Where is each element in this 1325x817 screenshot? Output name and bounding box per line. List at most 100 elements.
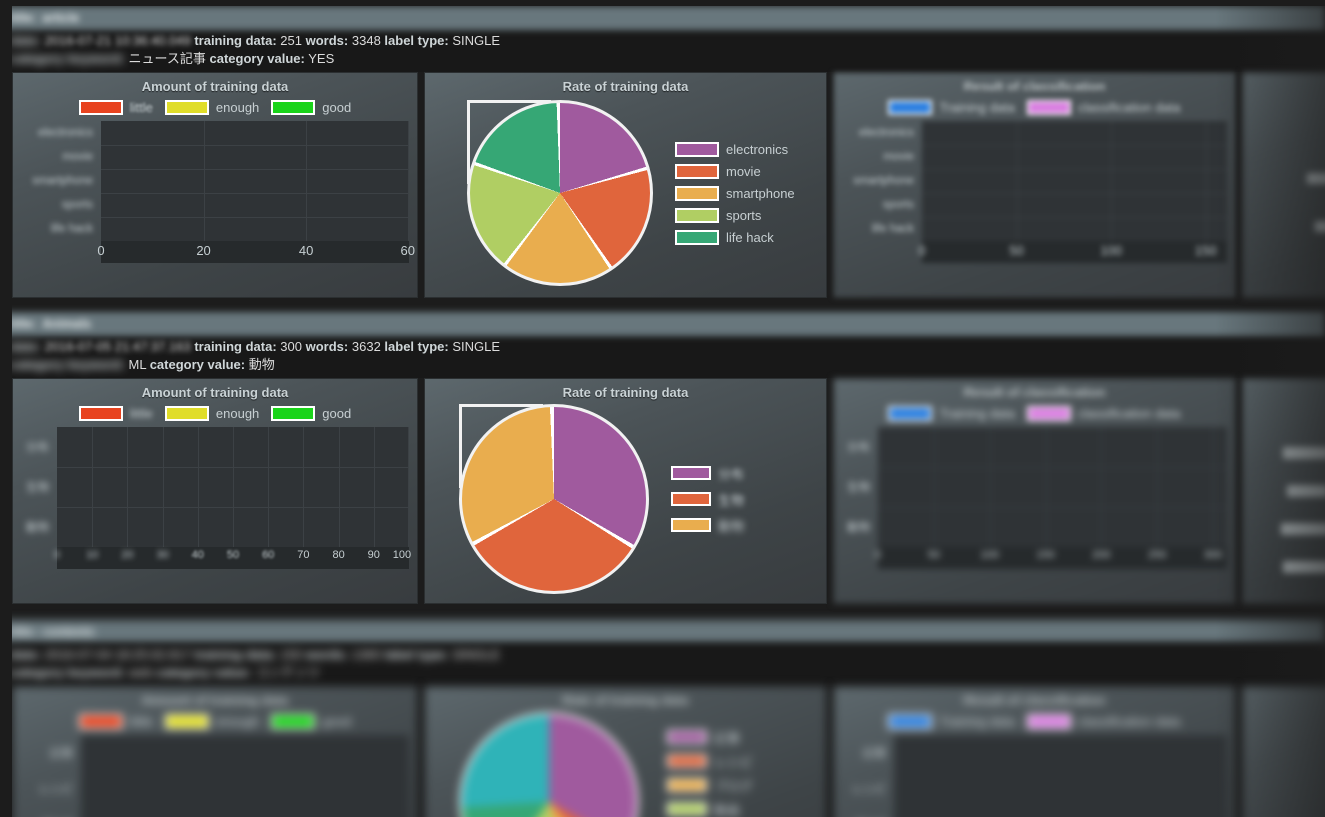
xtick: 250 xyxy=(1148,549,1167,561)
amount-panel: Amount of training data little enough go… xyxy=(12,72,418,298)
legend-item-training[interactable]: Training data xyxy=(888,406,1015,421)
legend-item[interactable]: 動画 xyxy=(667,800,740,817)
cat-label: 動物 xyxy=(847,522,870,534)
legend-item[interactable]: smartphone xyxy=(675,185,795,201)
cat-label: electronics xyxy=(859,127,914,139)
legend-label: life hack xyxy=(726,229,774,245)
legend-item[interactable]: レシピ xyxy=(667,752,753,771)
result-legend: Training data classification data xyxy=(834,98,1235,121)
result-title: Result of classification xyxy=(963,693,1106,708)
legend-item[interactable]: movie xyxy=(675,163,761,179)
cat-label: 動物 xyxy=(26,522,49,534)
amount-xaxis: 0 10 20 30 40 50 60 70 80 90 100 xyxy=(54,547,412,569)
rate-donut[interactable] xyxy=(459,404,659,594)
words-value: 1365 xyxy=(351,647,381,662)
words-label: words: xyxy=(305,339,349,354)
rate-title: Rate of training data xyxy=(562,385,689,400)
legend-label-training: Training data xyxy=(939,406,1015,421)
rate-legend: 分布 生物 動物 xyxy=(671,464,744,535)
date-label: date: xyxy=(10,33,42,48)
legend-item-little[interactable]: little xyxy=(78,100,153,115)
section-title: contents xyxy=(42,625,95,639)
legend-label-good: good xyxy=(322,714,352,729)
left-margin xyxy=(0,0,12,817)
legend-item[interactable]: 生物 xyxy=(671,490,744,509)
amount-legend: little enough good xyxy=(13,98,417,121)
xtick: 60 xyxy=(400,243,415,258)
legend-item-enough[interactable]: enough xyxy=(164,100,259,115)
legend-label: movie xyxy=(726,163,761,179)
rate-donut[interactable] xyxy=(459,712,649,817)
legend-label: sports xyxy=(726,207,762,223)
overflow-panel xyxy=(1242,378,1325,604)
category-value: コンテンツ xyxy=(254,665,320,680)
legend-item-good[interactable]: good xyxy=(271,406,351,421)
legend-item-good[interactable]: good xyxy=(271,100,351,115)
legend-label-training: Training data xyxy=(939,714,1015,729)
legend-label-classification: classification data xyxy=(1077,714,1181,729)
result-title: Result of classification xyxy=(963,79,1106,94)
legend-item[interactable]: life hack xyxy=(675,229,774,245)
legend-item[interactable]: 記事 xyxy=(667,728,740,747)
legend-swatch-2 xyxy=(667,754,707,768)
dashboard-page: title: article date: 2016-07-21 10:36:40… xyxy=(0,0,1325,817)
result-plot: 記事 レシピ ブログ xyxy=(852,735,1227,817)
cat-label: life hack xyxy=(50,223,93,235)
xtick: 30 xyxy=(156,549,169,561)
xtick: 20 xyxy=(196,243,211,258)
label-type-label: label type: xyxy=(384,647,449,662)
legend-item[interactable]: 分布 xyxy=(671,464,744,483)
legend-swatch-little xyxy=(78,100,123,115)
legend-item-classification[interactable]: classification data xyxy=(1026,100,1181,115)
result-panel: Result of classification Training data c… xyxy=(833,686,1236,817)
section-title: Animals xyxy=(42,317,92,331)
xtick: 20 xyxy=(121,549,134,561)
legend-item[interactable]: ブログ xyxy=(667,776,753,795)
meta-line-1: date: 2016-07-05 21:47:37.163 training d… xyxy=(10,338,1315,356)
xtick: 50 xyxy=(927,549,940,561)
legend-item[interactable]: electronics xyxy=(675,141,788,157)
legend-item-little[interactable]: little xyxy=(78,406,153,421)
legend-item[interactable]: sports xyxy=(675,207,762,223)
legend-item-training[interactable]: Training data xyxy=(888,714,1015,729)
xtick: 100 xyxy=(392,549,412,561)
legend-item-enough[interactable]: enough xyxy=(164,406,259,421)
section-title-label: title: xyxy=(10,317,37,331)
rate-donut[interactable] xyxy=(467,100,667,286)
result-panel: Result of classification Training data c… xyxy=(833,72,1236,298)
xtick: 150 xyxy=(1036,549,1055,561)
legend-swatch-good xyxy=(271,100,316,115)
cat-label: 記事 xyxy=(863,748,886,760)
top-margin xyxy=(0,0,1325,6)
cat-label: 生物 xyxy=(847,482,870,494)
xtick: 40 xyxy=(298,243,314,258)
cat-label: レシピ xyxy=(38,784,74,796)
cat-label: 生物 xyxy=(26,482,49,494)
amount-plot: 分布 生物 動物 xyxy=(26,427,409,547)
legend-label-good: good xyxy=(322,406,352,421)
legend-item-classification[interactable]: classification data xyxy=(1026,714,1181,729)
cat-label: 分布 xyxy=(847,442,870,454)
section-panels: Amount of training data little enough go… xyxy=(0,378,1325,604)
keyword-value: web xyxy=(128,665,153,680)
keyword-label: category keyword: xyxy=(10,357,125,372)
xtick: 100 xyxy=(980,549,999,561)
legend-item-training[interactable]: Training data xyxy=(888,100,1015,115)
cat-label: electronics xyxy=(38,127,93,139)
legend-item-enough[interactable]: enough xyxy=(164,714,259,729)
training-label: training data: xyxy=(194,339,277,354)
legend-item[interactable]: 動物 xyxy=(671,516,744,535)
legend-label-little: little xyxy=(129,714,153,729)
amount-title: Amount of training data xyxy=(141,693,289,708)
amount-panel: Amount of training data little enough go… xyxy=(12,686,418,817)
legend-item-classification[interactable]: classification data xyxy=(1026,406,1181,421)
legend-swatch-classification xyxy=(1026,714,1071,729)
meta-line-1: date: 2016-07-21 10:36:40.049 training d… xyxy=(10,32,1315,50)
cat-label: life hack xyxy=(871,223,914,235)
keyword-label: category keyword: xyxy=(10,51,125,66)
legend-item-good[interactable]: good xyxy=(271,714,351,729)
training-value: 251 xyxy=(280,33,302,48)
cat-label: 分布 xyxy=(26,442,49,454)
legend-item-little[interactable]: little xyxy=(78,714,153,729)
label-type-value: SINGLE xyxy=(452,647,501,662)
